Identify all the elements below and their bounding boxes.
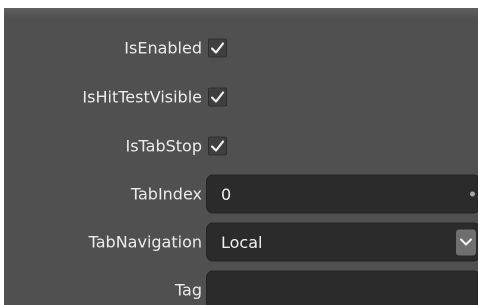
resize-handle-dot bbox=[470, 191, 475, 197]
property-row-tag: Tag bbox=[4, 270, 478, 305]
tab-index-input[interactable]: 0 bbox=[206, 174, 478, 214]
tab-navigation-dropdown-button[interactable] bbox=[456, 229, 476, 255]
is-tab-stop-label: IsTabStop bbox=[125, 136, 202, 156]
property-row-tab-index: TabIndex 0 bbox=[4, 174, 478, 214]
is-hit-test-visible-label: IsHitTestVisible bbox=[82, 87, 202, 107]
is-enabled-label: IsEnabled bbox=[124, 38, 202, 58]
tag-input[interactable] bbox=[206, 270, 478, 305]
is-hit-test-visible-checkbox[interactable] bbox=[208, 87, 227, 107]
tab-index-label: TabIndex bbox=[130, 184, 202, 204]
check-icon bbox=[210, 42, 225, 54]
is-tab-stop-checkbox[interactable] bbox=[208, 136, 227, 156]
tab-navigation-label: TabNavigation bbox=[88, 232, 202, 252]
property-row-tab-navigation: TabNavigation Local bbox=[4, 222, 478, 262]
is-enabled-checkbox[interactable] bbox=[208, 38, 227, 58]
tab-navigation-select[interactable]: Local bbox=[206, 222, 478, 262]
chevron-down-icon bbox=[460, 238, 472, 245]
check-icon bbox=[210, 91, 225, 103]
property-row-is-hit-test-visible: IsHitTestVisible bbox=[4, 77, 478, 117]
property-row-is-tab-stop: IsTabStop bbox=[4, 126, 478, 166]
tab-navigation-value: Local bbox=[221, 232, 263, 252]
tag-label: Tag bbox=[174, 280, 202, 300]
property-panel: IsEnabled IsHitTestVisible IsTabStop Tab… bbox=[4, 8, 478, 305]
check-icon bbox=[210, 140, 225, 152]
panel-top-edge bbox=[4, 8, 478, 18]
tab-index-value: 0 bbox=[221, 184, 232, 204]
property-row-is-enabled: IsEnabled bbox=[4, 28, 478, 68]
